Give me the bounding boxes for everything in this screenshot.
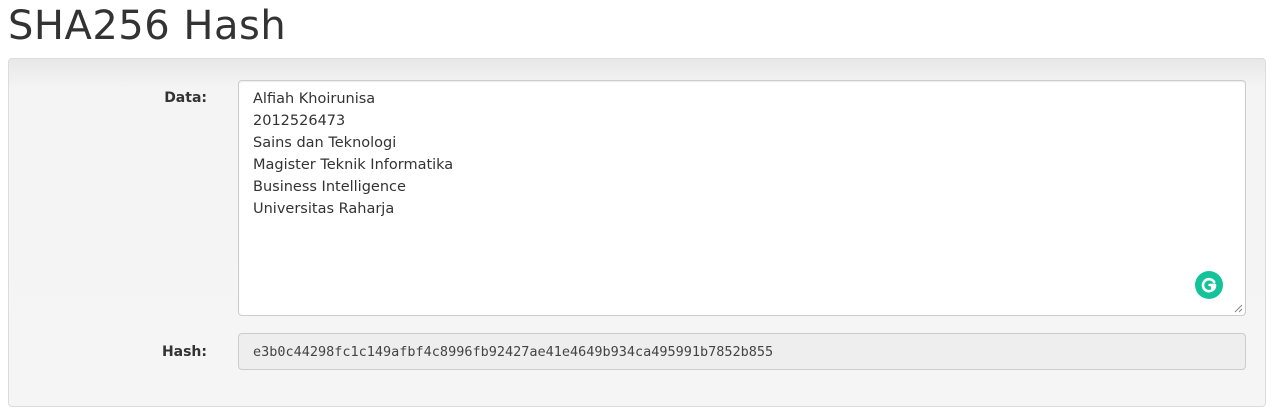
data-line: Magister Teknik Informatika: [253, 157, 454, 173]
data-line: Alfiah Khoirunisa: [253, 91, 376, 107]
hash-value: e3b0c44298fc1c149afbf4c8996fb92427ae41e4…: [253, 343, 774, 360]
data-line: Sains dan Teknologi: [253, 135, 397, 151]
data-textarea[interactable]: Alfiah Khoirunisa 2012526473 Sains dan T…: [238, 80, 1246, 316]
hash-form-panel: Data: Alfiah Khoirunisa 2012526473 Sains…: [8, 58, 1266, 407]
resize-handle-icon[interactable]: [1233, 303, 1243, 313]
hash-label: Hash:: [161, 344, 207, 360]
page-title: SHA256 Hash: [8, 3, 287, 49]
grammarly-g-icon: [1201, 277, 1217, 293]
data-line: 2012526473: [253, 113, 346, 129]
data-line: Universitas Raharja: [253, 201, 395, 217]
hash-output-field[interactable]: e3b0c44298fc1c149afbf4c8996fb92427ae41e4…: [238, 333, 1246, 370]
grammarly-icon[interactable]: [1195, 271, 1223, 299]
data-line: Business Intelligence: [253, 179, 406, 195]
data-label: Data:: [164, 90, 207, 106]
